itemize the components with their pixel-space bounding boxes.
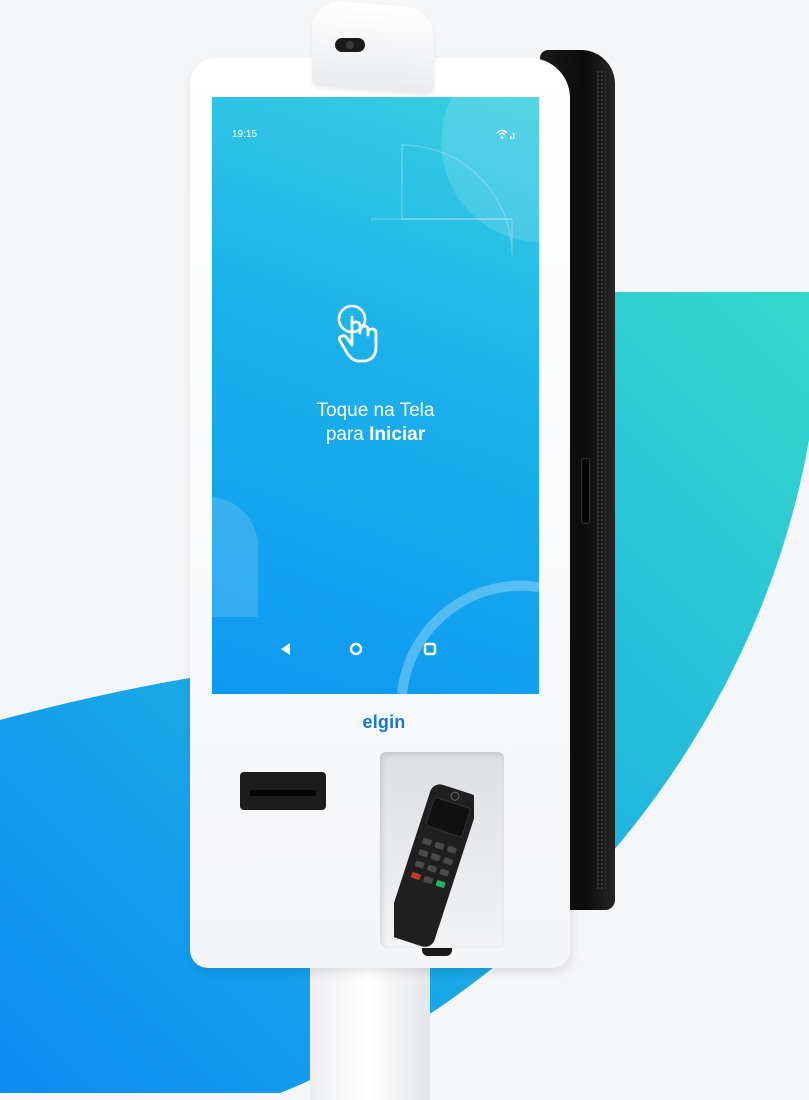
prompt-line-2-prefix: para xyxy=(325,424,370,445)
card-slot-notch xyxy=(422,948,452,956)
prompt-line-1: Toque na Tela xyxy=(316,400,435,421)
triangle-back-icon xyxy=(281,643,290,655)
square-recents-icon xyxy=(423,642,437,656)
speaker-grille xyxy=(596,70,606,890)
kiosk-stand-pole xyxy=(310,950,430,1100)
card-terminal-icon xyxy=(394,784,474,947)
signal-icon xyxy=(510,133,515,139)
nav-recents-button[interactable] xyxy=(419,638,441,660)
prompt-line-2: para Iniciar xyxy=(212,423,539,447)
kiosk-touchscreen[interactable]: 19:15 Toque na Tela para Iniciar xyxy=(212,97,539,694)
receipt-printer-slot xyxy=(240,772,326,810)
start-prompt: Toque na Tela para Iniciar xyxy=(212,399,539,447)
prompt-line-2-bold: Iniciar xyxy=(369,424,426,445)
camera-icon xyxy=(335,38,365,52)
wifi-icon xyxy=(496,129,508,139)
brand-logo: elgin xyxy=(362,712,406,732)
status-icons xyxy=(496,129,515,139)
nav-home-button[interactable] xyxy=(345,638,367,660)
nav-back-button[interactable] xyxy=(275,638,297,660)
tap-hand-icon xyxy=(337,304,378,363)
side-port xyxy=(581,458,590,524)
circle-home-icon xyxy=(349,642,363,656)
status-time: 19:15 xyxy=(232,129,258,140)
screen-decoration xyxy=(212,97,539,694)
kiosk-camera-housing xyxy=(312,0,434,95)
